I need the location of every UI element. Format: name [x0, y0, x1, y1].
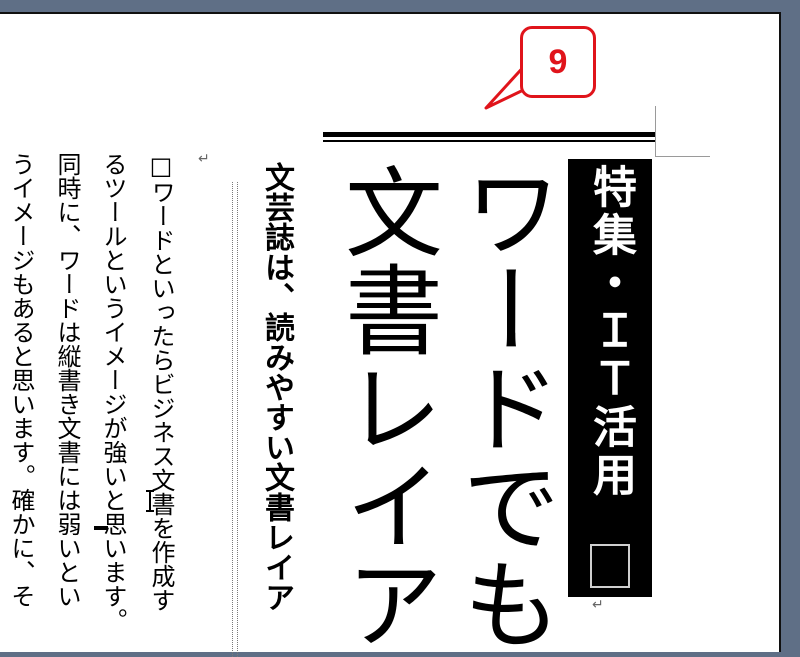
callout-pointer [484, 60, 542, 110]
step-callout-badge: 9 [520, 26, 596, 98]
